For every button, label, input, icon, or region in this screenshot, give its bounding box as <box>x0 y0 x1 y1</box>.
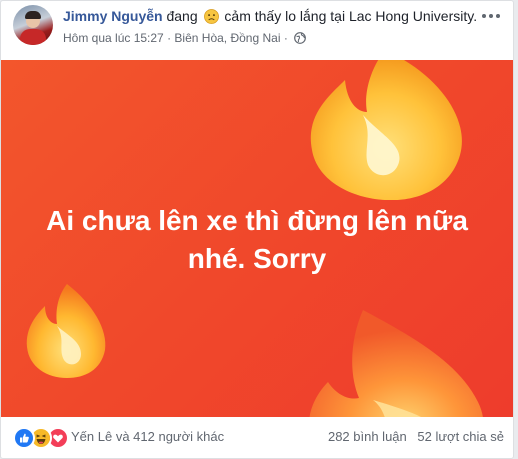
meta-separator-2: · <box>283 31 288 45</box>
like-icon <box>13 427 35 449</box>
post-header: Jimmy Nguyễn đang cảm thấy lo lắng tại L… <box>1 1 513 57</box>
meta-separator: · <box>167 31 172 45</box>
reaction-icons[interactable] <box>13 427 69 449</box>
status-verb: đang <box>166 8 198 24</box>
worried-face-icon <box>203 9 219 24</box>
fire-emoji-top-right <box>310 60 462 200</box>
post-card: Jimmy Nguyễn đang cảm thấy lo lắng tại L… <box>0 0 514 459</box>
dot <box>496 14 500 18</box>
dot <box>489 14 493 18</box>
post-stats: 282 bình luận 52 lượt chia sẻ <box>328 429 504 444</box>
fire-emoji-bottom-right <box>309 310 483 417</box>
comments-count-link[interactable]: 282 bình luận <box>328 429 407 444</box>
post-footer: Yến Lê và 412 người khác 282 bình luận 5… <box>1 417 513 457</box>
post-image-caption: Ai chưa lên xe thì đừng lên nữa nhé. Sor… <box>1 202 513 278</box>
post-meta: Hôm qua lúc 15:27 · Biên Hòa, Đồng Nai · <box>63 31 307 45</box>
post-image[interactable]: Ai chưa lên xe thì đừng lên nữa nhé. Sor… <box>1 60 513 417</box>
feeling-text: cảm thấy lo lắng <box>224 8 327 24</box>
dot <box>482 14 486 18</box>
fire-emoji-left <box>26 284 106 378</box>
globe-icon[interactable] <box>294 32 307 44</box>
caption-line-1: Ai chưa lên xe thì đừng lên nữa <box>46 205 468 236</box>
at-word: tại <box>330 8 346 24</box>
shares-count-link[interactable]: 52 lượt chia sẻ <box>417 429 504 444</box>
place-link[interactable]: Lac Hong University. <box>349 8 477 24</box>
avatar[interactable] <box>13 5 53 45</box>
caption-line-2: nhé. Sorry <box>187 243 327 274</box>
author-name-link[interactable]: Jimmy Nguyễn <box>63 8 163 24</box>
post-timestamp[interactable]: Hôm qua lúc 15:27 <box>63 31 164 45</box>
more-options-button[interactable] <box>479 7 503 25</box>
location-link[interactable]: Biên Hòa, Đồng Nai <box>174 31 280 45</box>
reactors-link[interactable]: Yến Lê và 412 người khác <box>71 429 224 444</box>
post-title-line: Jimmy Nguyễn đang cảm thấy lo lắng tại L… <box>63 8 477 24</box>
